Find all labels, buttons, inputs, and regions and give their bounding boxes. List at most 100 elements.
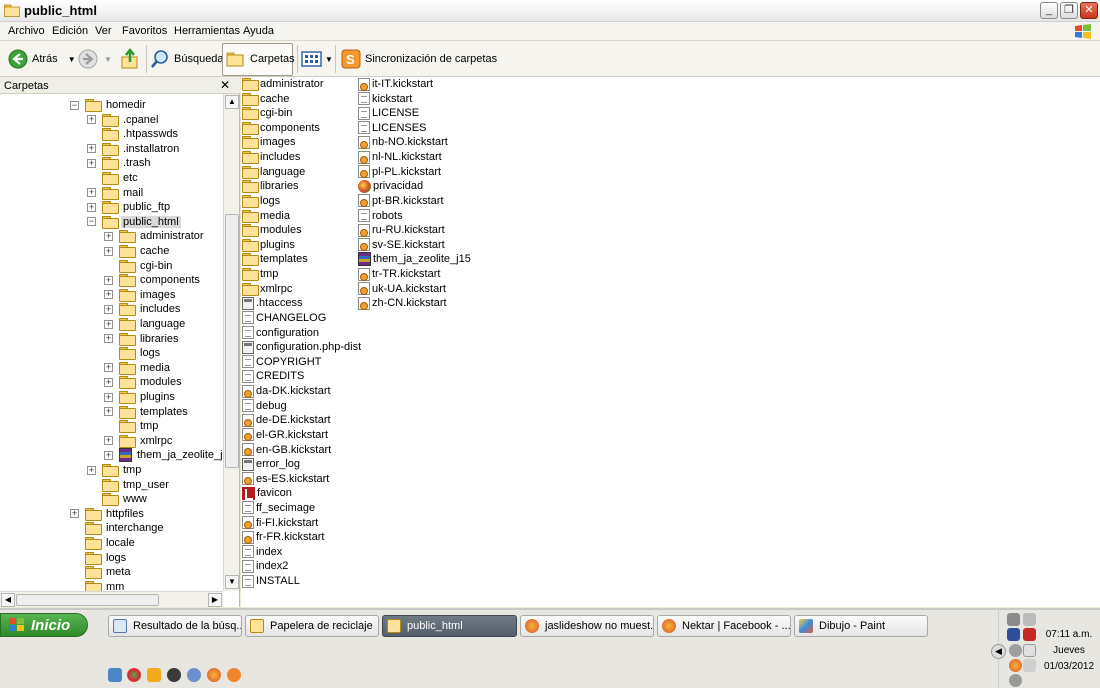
tree-item[interactable]: + mail (87, 186, 145, 200)
file-item[interactable]: tmp (242, 267, 278, 282)
start-button[interactable]: Inicio (0, 613, 88, 637)
tree-item[interactable]: cgi-bin (104, 259, 174, 273)
tree-item[interactable]: + httpfiles (70, 507, 146, 521)
file-item[interactable]: LICENSES (358, 121, 426, 135)
file-item[interactable]: configuration.php-dist (242, 340, 361, 354)
expand-icon[interactable]: + (104, 275, 113, 285)
back-button[interactable]: Atrás ▼ (8, 47, 76, 71)
file-item[interactable]: tr-TR.kickstart (358, 267, 440, 281)
scroll-right-arrow-icon[interactable]: ▶ (208, 593, 222, 607)
forward-dropdown-icon[interactable]: ▼ (104, 55, 112, 64)
file-item[interactable]: CHANGELOG (242, 311, 326, 325)
file-item[interactable]: administrator (242, 77, 324, 91)
tree-item[interactable]: − homedir (70, 98, 148, 112)
expand-icon[interactable]: + (70, 509, 79, 519)
tray-misc-icon[interactable] (1023, 659, 1036, 672)
views-button[interactable]: ▼ (301, 47, 333, 71)
file-item[interactable]: pl-PL.kickstart (358, 165, 441, 179)
expand-icon[interactable]: + (104, 334, 113, 344)
tree-item[interactable]: − public_html (87, 215, 181, 229)
file-item[interactable]: de-DE.kickstart (242, 413, 331, 427)
scroll-up-arrow-icon[interactable]: ▲ (225, 95, 239, 109)
hscroll-thumb[interactable] (16, 594, 159, 606)
quicklaunch-folder-icon[interactable] (147, 668, 161, 682)
quicklaunch-messenger-icon[interactable] (187, 668, 201, 682)
close-button[interactable]: ✕ (1080, 2, 1098, 19)
file-item[interactable]: plugins (242, 238, 295, 252)
expand-icon[interactable]: + (87, 188, 96, 198)
menu-favoritos[interactable]: Favoritos (122, 25, 167, 37)
expand-icon[interactable]: + (104, 377, 113, 387)
tree-item[interactable]: + .installatron (87, 142, 181, 156)
file-item[interactable]: CREDITS (242, 369, 304, 383)
file-item[interactable]: pt-BR.kickstart (358, 194, 444, 208)
file-item[interactable]: images (242, 135, 295, 150)
file-item[interactable]: .htaccess (242, 296, 302, 310)
menu-archivo[interactable]: Archivo (8, 25, 45, 37)
file-item[interactable]: nl-NL.kickstart (358, 150, 442, 164)
expand-icon[interactable]: + (104, 304, 113, 314)
tree-item[interactable]: + .cpanel (87, 113, 160, 127)
tree-item[interactable]: + libraries (104, 332, 181, 346)
tree-item[interactable]: + plugins (104, 390, 177, 404)
file-item[interactable]: templates (242, 252, 308, 267)
tree-item[interactable]: www (87, 492, 149, 507)
menu-ver[interactable]: Ver (95, 25, 112, 37)
task-recycle-bin[interactable]: Papelera de reciclaje (245, 615, 379, 637)
tree-item[interactable]: + templates (104, 405, 190, 419)
scroll-left-arrow-icon[interactable]: ◀ (1, 593, 15, 607)
file-item[interactable]: error_log (242, 457, 300, 471)
file-item[interactable]: media (242, 209, 290, 223)
file-item[interactable]: es-ES.kickstart (242, 472, 329, 486)
tree-item[interactable]: + them_ja_zeolite_j15 (104, 448, 223, 463)
file-item[interactable]: debug (242, 399, 287, 413)
file-item[interactable]: fi-FI.kickstart (242, 516, 318, 530)
tree-item[interactable]: meta (70, 565, 132, 580)
task-jaslideshow[interactable]: jaslideshow no muest... (520, 615, 654, 637)
tree-item[interactable]: + images (104, 288, 177, 302)
tree-item[interactable]: + modules (104, 375, 184, 390)
volume-icon[interactable] (1023, 613, 1036, 626)
antivirus-icon[interactable] (1023, 628, 1036, 641)
expand-icon[interactable]: + (87, 465, 96, 475)
expand-icon[interactable]: + (87, 158, 96, 168)
file-item[interactable]: privacidad (358, 179, 423, 193)
file-item[interactable]: INSTALL (242, 574, 300, 588)
device-icon[interactable] (1023, 644, 1036, 657)
scroll-thumb[interactable] (225, 214, 239, 468)
tree-item[interactable]: + language (104, 317, 187, 331)
tray-expand-icon[interactable]: ◀ (991, 644, 1006, 659)
quicklaunch-media-icon[interactable] (167, 668, 181, 682)
file-item[interactable]: sv-SE.kickstart (358, 238, 445, 252)
tree-item[interactable]: tmp_user (87, 478, 171, 492)
quicklaunch-app-icon[interactable] (227, 668, 241, 682)
expand-icon[interactable]: + (87, 115, 96, 125)
file-item[interactable]: includes (242, 150, 300, 165)
tree-horizontal-scrollbar[interactable]: ◀ ▶ (0, 591, 223, 607)
file-item[interactable]: index2 (242, 559, 288, 573)
tree-item[interactable]: + tmp (87, 463, 143, 477)
tree-item[interactable]: + .trash (87, 156, 153, 171)
tree-item[interactable]: + cache (104, 244, 171, 258)
tree-vertical-scrollbar[interactable]: ▲ ▼ (223, 94, 239, 591)
file-item[interactable]: xmlrpc (242, 282, 292, 296)
expand-icon[interactable]: + (104, 290, 113, 300)
file-item[interactable]: fr-FR.kickstart (242, 530, 324, 544)
expand-icon[interactable]: + (87, 202, 96, 212)
maximize-button[interactable]: ❐ (1060, 2, 1078, 19)
file-item[interactable]: da-DK.kickstart (242, 384, 331, 398)
quicklaunch-chrome-icon[interactable] (127, 668, 141, 682)
close-pane-icon[interactable]: ✕ (220, 78, 230, 92)
file-item[interactable]: uk-UA.kickstart (358, 282, 446, 296)
expand-icon[interactable]: + (104, 407, 113, 417)
tree-item[interactable]: mm (70, 580, 126, 591)
tray-extra-icon[interactable] (1009, 674, 1022, 687)
file-item[interactable]: configuration (242, 326, 319, 340)
collapse-icon[interactable]: − (70, 100, 79, 110)
task-search-results[interactable]: Resultado de la búsq... (108, 615, 242, 637)
menu-ayuda[interactable]: Ayuda (243, 25, 274, 37)
tree-item[interactable]: interchange (70, 521, 166, 536)
expand-icon[interactable]: + (104, 392, 113, 402)
quicklaunch-desktop-icon[interactable] (108, 668, 122, 682)
tree-item[interactable]: locale (70, 536, 137, 550)
